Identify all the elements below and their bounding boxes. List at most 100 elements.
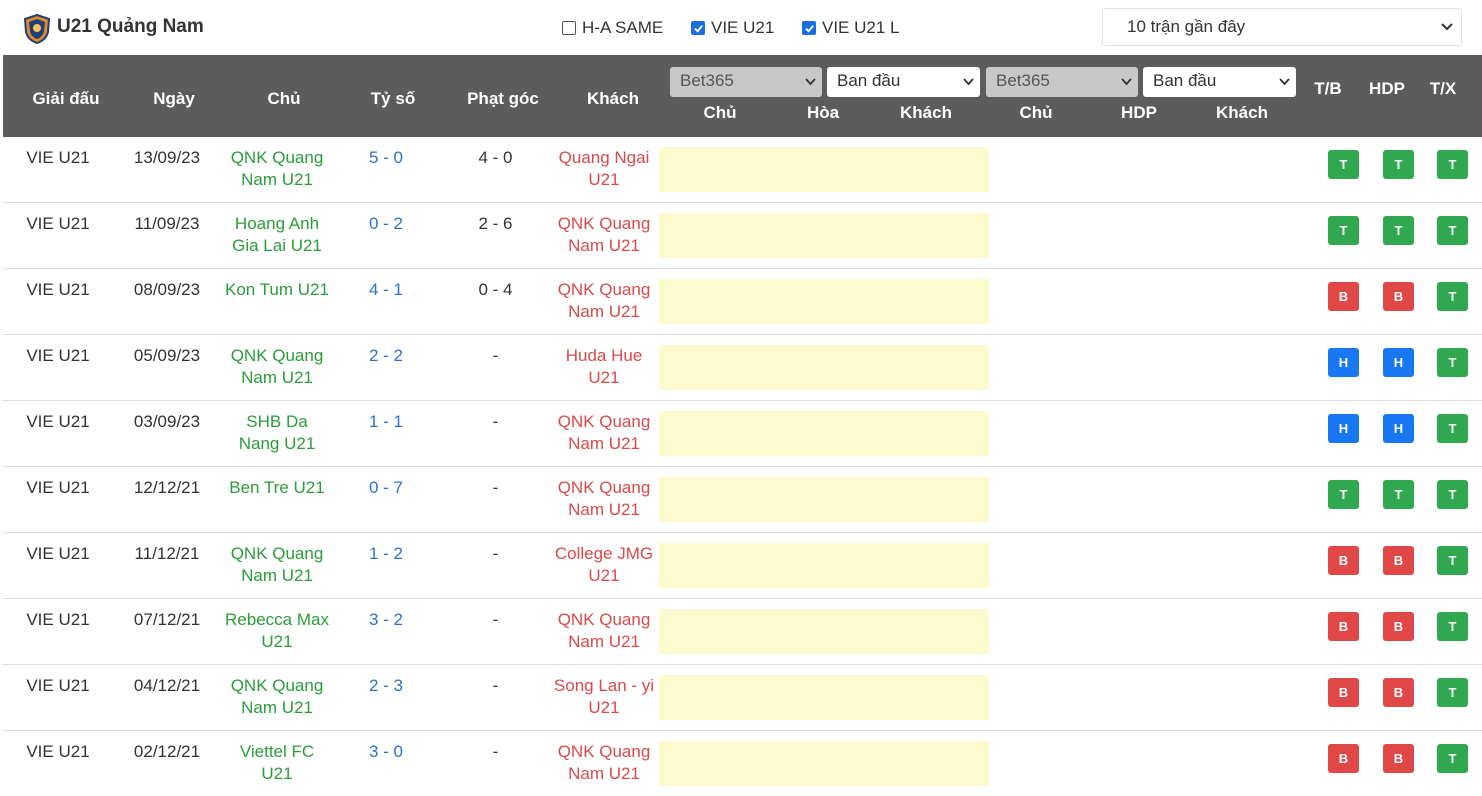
match-score-link[interactable]: 0 - 2 <box>351 213 421 235</box>
home-team-link[interactable]: QNK Quang Nam U21 <box>221 543 333 587</box>
home-team-link[interactable]: QNK Quang Nam U21 <box>221 675 333 719</box>
match-row[interactable]: VIE U21 05/09/23 QNK Quang Nam U21 2 - 2 … <box>3 335 1482 401</box>
filter-ha-same[interactable]: H-A SAME <box>562 18 663 38</box>
away-team-line: U21 <box>588 170 620 189</box>
match-score-link[interactable]: 3 - 2 <box>351 609 421 631</box>
result-tx-badge: T <box>1437 744 1468 773</box>
odds2-type-select[interactable]: Ban đầu <box>1143 67 1296 97</box>
away-team-link[interactable]: QNK Quang Nam U21 <box>547 477 661 521</box>
checkbox-unchecked-icon[interactable] <box>562 21 576 35</box>
match-range-value: 10 trận gần đây <box>1127 17 1246 36</box>
home-team-line: Nam U21 <box>241 698 313 717</box>
match-score-link[interactable]: 4 - 1 <box>351 279 421 301</box>
match-corners: - <box>492 478 499 497</box>
match-row[interactable]: VIE U21 07/12/21 Rebecca Max U21 3 - 2 - … <box>3 599 1482 665</box>
match-score-link[interactable]: 1 - 1 <box>351 411 421 433</box>
result-tb-badge: T <box>1328 216 1359 245</box>
away-team-line: QNK Quang <box>557 412 651 431</box>
away-team-link[interactable]: QNK Quang Nam U21 <box>547 741 661 785</box>
result-tx-badge: T <box>1437 348 1468 377</box>
match-date: 05/09/23 <box>133 346 201 365</box>
match-row[interactable]: VIE U21 11/09/23 Hoang Anh Gia Lai U21 0 … <box>3 203 1482 269</box>
chevron-down-icon <box>1121 78 1132 86</box>
match-score-link[interactable]: 1 - 2 <box>351 543 421 565</box>
home-team-line: QNK Quang <box>230 544 324 563</box>
filter-label: VIE U21 L <box>822 18 900 37</box>
result-tx-badge: T <box>1437 282 1468 311</box>
home-team-link[interactable]: Viettel FC U21 <box>221 741 333 785</box>
away-team-line: Quang Ngai <box>558 148 650 167</box>
filter-vie-u21-l[interactable]: VIE U21 L <box>802 18 900 38</box>
odds1-type-value: Ban đầu <box>837 71 901 90</box>
match-range-select[interactable]: 10 trận gần đây <box>1102 8 1462 46</box>
match-row[interactable]: VIE U21 03/09/23 SHB Da Nang U21 1 - 1 - … <box>3 401 1482 467</box>
match-row[interactable]: VIE U21 08/09/23 Kon Tum U21 4 - 1 0 - 4… <box>3 269 1482 335</box>
home-team-line: Nam U21 <box>241 368 313 387</box>
away-team-link[interactable]: Quang Ngai U21 <box>547 147 661 191</box>
match-row[interactable]: VIE U21 02/12/21 Viettel FC U21 3 - 0 - Q… <box>3 731 1482 796</box>
home-team-line: QNK Quang <box>230 346 324 365</box>
home-team-link[interactable]: Kon Tum U21 <box>221 279 333 301</box>
away-team-link[interactable]: Song Lan - yi U21 <box>547 675 661 719</box>
away-team-link[interactable]: QNK Quang Nam U21 <box>547 279 661 323</box>
result-tb-badge: B <box>1328 612 1359 641</box>
match-corners: - <box>492 742 499 761</box>
match-score-link[interactable]: 2 - 2 <box>351 345 421 367</box>
away-team-link[interactable]: Huda Hue U21 <box>547 345 661 389</box>
checkbox-checked-icon[interactable] <box>802 21 816 35</box>
home-team-line: Viettel FC <box>239 742 315 761</box>
away-team-link[interactable]: QNK Quang Nam U21 <box>547 609 661 653</box>
result-tb-badge: B <box>1328 744 1359 773</box>
away-team-link[interactable]: QNK Quang Nam U21 <box>547 411 661 455</box>
home-team-line: Nam U21 <box>241 170 313 189</box>
col-odds1-draw: Hòa <box>806 103 840 122</box>
col-away: Khách <box>587 89 639 108</box>
match-score-link[interactable]: 5 - 0 <box>351 147 421 169</box>
match-date: 11/12/21 <box>134 544 200 563</box>
away-team-link[interactable]: College JMG U21 <box>547 543 661 587</box>
home-team-line: Rebecca Max <box>225 610 329 629</box>
col-odds1-away: Khách <box>900 103 952 122</box>
odds-placeholder <box>659 345 989 390</box>
home-team-link[interactable]: Hoang Anh Gia Lai U21 <box>221 213 333 257</box>
odds-placeholder <box>659 609 989 654</box>
match-row[interactable]: VIE U21 12/12/21 Ben Tre U21 0 - 7 - QNK… <box>3 467 1482 533</box>
match-score-link[interactable]: 0 - 7 <box>351 477 421 499</box>
col-tb: T/B <box>1314 79 1342 98</box>
match-corners: - <box>492 412 499 431</box>
home-team-link[interactable]: Rebecca Max U21 <box>221 609 333 653</box>
match-corners: - <box>492 676 499 695</box>
odds-placeholder <box>659 147 989 192</box>
home-team-link[interactable]: Ben Tre U21 <box>221 477 333 499</box>
home-team-line: Nang U21 <box>238 434 316 453</box>
result-hdp-badge: T <box>1383 480 1414 509</box>
result-tx-badge: T <box>1437 150 1468 179</box>
top-bar: U21 Quảng Nam H-A SAME VIE U21 VIE U21 L… <box>0 0 1482 55</box>
home-team-line: SHB Da <box>246 412 308 431</box>
odds1-type-select[interactable]: Ban đầu <box>827 67 980 97</box>
col-date: Ngày <box>153 89 195 108</box>
team-logo-icon <box>24 14 50 44</box>
match-row[interactable]: VIE U21 04/12/21 QNK Quang Nam U21 2 - 3 … <box>3 665 1482 731</box>
odds-placeholder <box>659 213 989 258</box>
away-team-line: College JMG <box>554 544 654 563</box>
away-team-line: Song Lan - yi <box>553 676 655 695</box>
odds1-bookmaker-select[interactable]: Bet365 <box>670 67 822 97</box>
chevron-down-icon <box>1279 78 1290 86</box>
odds2-bookmaker-select[interactable]: Bet365 <box>986 67 1138 97</box>
match-score-link[interactable]: 3 - 0 <box>351 741 421 763</box>
match-row[interactable]: VIE U21 11/12/21 QNK Quang Nam U21 1 - 2 … <box>3 533 1482 599</box>
filter-vie-u21[interactable]: VIE U21 <box>691 18 774 38</box>
match-date: 03/09/23 <box>133 412 201 431</box>
match-score-link[interactable]: 2 - 3 <box>351 675 421 697</box>
home-team-link[interactable]: QNK Quang Nam U21 <box>221 345 333 389</box>
result-tb-badge: B <box>1328 282 1359 311</box>
team-title: U21 Quảng Nam <box>57 16 204 37</box>
home-team-link[interactable]: SHB Da Nang U21 <box>221 411 333 455</box>
checkbox-checked-icon[interactable] <box>691 21 705 35</box>
match-row[interactable]: VIE U21 13/09/23 QNK Quang Nam U21 5 - 0 … <box>3 137 1482 203</box>
away-team-link[interactable]: QNK Quang Nam U21 <box>547 213 661 257</box>
col-league: Giải đấu <box>32 89 100 108</box>
result-tx-badge: T <box>1437 546 1468 575</box>
home-team-link[interactable]: QNK Quang Nam U21 <box>221 147 333 191</box>
